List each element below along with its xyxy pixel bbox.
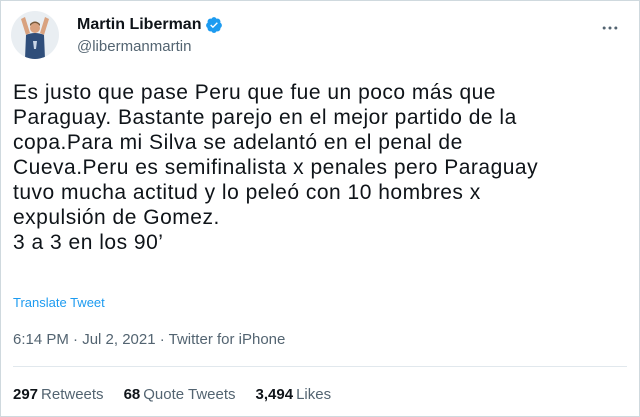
avatar[interactable] bbox=[11, 11, 59, 59]
verified-badge-icon bbox=[205, 16, 223, 34]
more-options-button[interactable] bbox=[593, 13, 627, 43]
tweet-text: Es justo que pase Peru que fue un poco m… bbox=[13, 80, 603, 255]
retweets-label: Retweets bbox=[41, 386, 104, 403]
tweet-text-line: tuvo mucha actitud y lo peleó con 10 hom… bbox=[13, 181, 481, 204]
display-name[interactable]: Martin Liberman bbox=[77, 16, 201, 34]
retweets-stat[interactable]: 297 Retweets bbox=[13, 386, 104, 403]
display-name-row: Martin Liberman bbox=[77, 15, 223, 35]
tweet-text-line: 3 a 3 en los 90’ bbox=[13, 231, 164, 254]
quote-tweets-stat[interactable]: 68 Quote Tweets bbox=[124, 386, 236, 403]
tweet-text-line: expulsión de Gomez. bbox=[13, 206, 220, 229]
quote-tweets-count: 68 bbox=[123, 386, 141, 403]
tweet-timestamp-source[interactable]: 6:14 PM · Jul 2, 2021 · Twitter for iPho… bbox=[13, 331, 285, 348]
author-block: Martin Liberman @libermanmartin bbox=[77, 15, 223, 55]
tweet-header: Martin Liberman @libermanmartin bbox=[1, 1, 639, 73]
avatar-image bbox=[11, 11, 59, 59]
tweet-text-line: Paraguay. Bastante parejo en el mejor pa… bbox=[13, 106, 517, 129]
tweet-text-line: Cueva.Peru es semifinalista x penales pe… bbox=[13, 156, 539, 179]
more-horizontal-icon bbox=[602, 26, 618, 30]
divider bbox=[13, 366, 627, 367]
retweets-count: 297 bbox=[13, 386, 39, 403]
likes-count: 3,494 bbox=[255, 386, 294, 403]
translate-tweet-link[interactable]: Translate Tweet bbox=[13, 295, 105, 310]
tweet-text-line: copa.Para mi Silva se adelantó en el pen… bbox=[13, 131, 463, 154]
quote-tweets-label: Quote Tweets bbox=[143, 386, 236, 403]
tweet-stats: 297 Retweets 68 Quote Tweets 3,494 Likes bbox=[13, 386, 331, 403]
likes-label: Likes bbox=[296, 386, 332, 403]
tweet-card: Martin Liberman @libermanmartin Es justo… bbox=[0, 0, 640, 417]
tweet-text-line: Es justo que pase Peru que fue un poco m… bbox=[13, 81, 496, 104]
author-handle[interactable]: @libermanmartin bbox=[77, 38, 223, 55]
likes-stat[interactable]: 3,494 Likes bbox=[256, 386, 332, 403]
